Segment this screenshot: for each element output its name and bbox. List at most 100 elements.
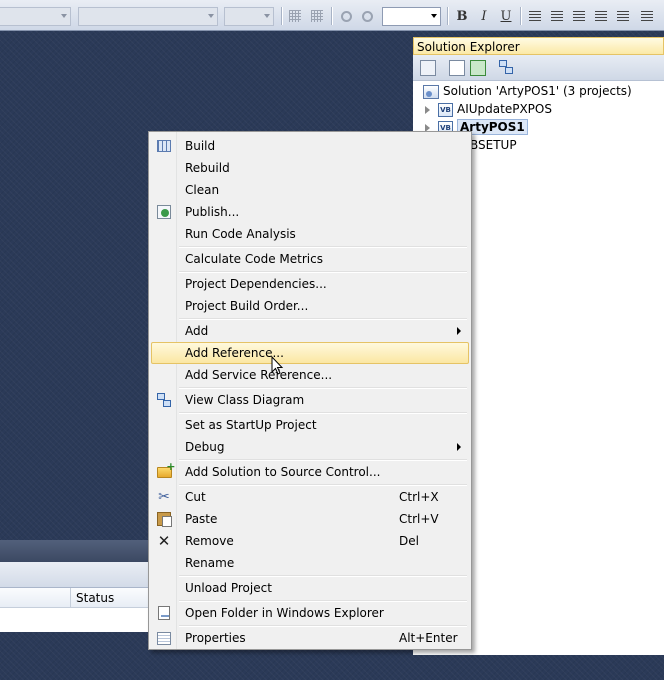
solution-explorer-toolbar xyxy=(413,55,664,81)
zoom-combo[interactable] xyxy=(382,7,441,26)
snap-grid-icon[interactable] xyxy=(308,7,326,25)
menu-item-shortcut: Ctrl+V xyxy=(399,512,439,526)
menu-item-label: Publish... xyxy=(185,205,240,219)
menu-item-project-dependencies[interactable]: Project Dependencies... xyxy=(151,273,469,295)
toolbar-separator xyxy=(447,7,448,25)
menu-item-label: Build xyxy=(185,139,216,153)
menu-item-publish[interactable]: Publish... xyxy=(151,201,469,223)
list-header: Status xyxy=(0,588,148,608)
numbered-list-icon[interactable] xyxy=(638,7,656,25)
class-diagram-icon xyxy=(156,392,172,408)
underline-label: U xyxy=(500,8,512,24)
solution-icon xyxy=(423,84,439,99)
justify-icon[interactable] xyxy=(592,7,610,25)
menu-item-label: Add Reference... xyxy=(185,346,284,360)
chevron-down-icon xyxy=(431,14,437,18)
menu-item-label: Run Code Analysis xyxy=(185,227,296,241)
menu-item-cut[interactable]: ✂ Cut Ctrl+X xyxy=(151,486,469,508)
menu-item-shortcut: Del xyxy=(399,534,419,548)
toolbar-combo-1[interactable] xyxy=(0,7,71,26)
menu-item-rename[interactable]: Rename xyxy=(151,552,469,574)
vb-project-icon: VB xyxy=(438,102,453,117)
italic-label: I xyxy=(481,8,487,24)
menu-item-label: Remove xyxy=(185,534,234,548)
menu-item-add-reference[interactable]: Add Reference... xyxy=(151,342,469,364)
publish-icon xyxy=(156,204,172,220)
menu-item-label: Unload Project xyxy=(185,581,272,595)
menu-item-calculate-code-metrics[interactable]: Calculate Code Metrics xyxy=(151,248,469,270)
menu-item-label: Open Folder in Windows Explorer xyxy=(185,606,384,620)
status-column-header[interactable]: Status xyxy=(76,591,114,605)
bullet-list-icon[interactable] xyxy=(614,7,632,25)
align-center-icon[interactable] xyxy=(548,7,566,25)
menu-item-view-class-diagram[interactable]: View Class Diagram xyxy=(151,389,469,411)
menu-item-shortcut: Alt+Enter xyxy=(399,631,458,645)
menu-item-set-startup-project[interactable]: Set as StartUp Project xyxy=(151,414,469,436)
menu-item-unload-project[interactable]: Unload Project xyxy=(151,577,469,599)
menu-item-label: Cut xyxy=(185,490,206,504)
menu-item-label: Set as StartUp Project xyxy=(185,418,317,432)
menu-item-open-folder[interactable]: Open Folder in Windows Explorer xyxy=(151,602,469,624)
menu-item-label: Project Build Order... xyxy=(185,299,309,313)
toolbar-combo-3[interactable] xyxy=(224,7,274,26)
zoom-in-icon[interactable] xyxy=(358,7,376,25)
menu-item-clean[interactable]: Clean xyxy=(151,179,469,201)
menu-item-label: Paste xyxy=(185,512,218,526)
menu-item-label: Add xyxy=(185,324,209,338)
refresh-icon[interactable] xyxy=(470,60,486,76)
menu-item-shortcut: Ctrl+X xyxy=(399,490,439,504)
open-folder-icon xyxy=(156,605,172,621)
tree-item-solution[interactable]: Solution 'ArtyPOS1' (3 projects) xyxy=(423,82,632,100)
tree-item-label: Solution 'ArtyPOS1' (3 projects) xyxy=(443,84,632,98)
menu-item-label: Clean xyxy=(185,183,220,197)
underline-button[interactable]: U xyxy=(497,7,515,25)
toolbar-separator xyxy=(331,7,332,25)
menu-item-project-build-order[interactable]: Project Build Order... xyxy=(151,295,469,317)
output-list-panel: Status xyxy=(0,562,148,632)
menu-item-add-to-source-control[interactable]: Add Solution to Source Control... xyxy=(151,460,469,483)
menu-item-label: Project Dependencies... xyxy=(185,277,327,291)
show-all-files-icon[interactable] xyxy=(449,60,465,76)
italic-button[interactable]: I xyxy=(475,7,493,25)
solution-explorer-title: Solution Explorer xyxy=(413,37,664,55)
menu-item-label: Debug xyxy=(185,440,225,454)
chevron-down-icon xyxy=(264,14,270,18)
menu-item-label: Add Solution to Source Control... xyxy=(185,465,381,479)
properties-icon[interactable] xyxy=(420,60,436,76)
menu-item-debug[interactable]: Debug xyxy=(151,436,469,458)
menu-item-label: Calculate Code Metrics xyxy=(185,252,323,266)
menu-item-add[interactable]: Add xyxy=(151,320,469,342)
toolbar-separator xyxy=(281,7,282,25)
bold-button[interactable]: B xyxy=(453,7,471,25)
menu-item-paste[interactable]: Paste Ctrl+V xyxy=(151,508,469,530)
menu-item-label: Rename xyxy=(185,556,235,570)
tree-item-label: AIUpdatePXPOS xyxy=(457,102,552,116)
menu-item-properties[interactable]: Properties Alt+Enter xyxy=(151,627,469,649)
menu-item-build[interactable]: Build xyxy=(151,135,469,157)
column-divider[interactable] xyxy=(70,588,71,608)
menu-item-run-code-analysis[interactable]: Run Code Analysis xyxy=(151,223,469,245)
menu-item-label: Add Service Reference... xyxy=(185,368,333,382)
tree-item-setup[interactable]: BSETUP xyxy=(470,136,517,154)
menu-item-rebuild[interactable]: Rebuild xyxy=(151,157,469,179)
align-right-icon[interactable] xyxy=(570,7,588,25)
build-icon xyxy=(156,138,172,154)
chevron-down-icon xyxy=(61,14,67,18)
paste-icon xyxy=(156,511,172,527)
menu-item-label: View Class Diagram xyxy=(185,393,305,407)
expand-arrow-icon[interactable] xyxy=(425,105,430,114)
class-diagram-icon[interactable] xyxy=(499,60,515,76)
tree-item-project[interactable]: VB AIUpdatePXPOS xyxy=(425,100,552,118)
grid-icon[interactable] xyxy=(286,7,304,25)
project-context-menu: Build Rebuild Clean Publish... Run Code … xyxy=(148,131,472,650)
toolbar-combo-2[interactable] xyxy=(78,7,218,26)
submenu-arrow-icon xyxy=(457,443,461,451)
submenu-arrow-icon xyxy=(457,327,461,335)
zoom-out-icon[interactable] xyxy=(337,7,355,25)
folder-add-icon xyxy=(156,460,176,480)
menu-item-add-service-reference[interactable]: Add Service Reference... xyxy=(151,364,469,386)
panel-toolbar xyxy=(0,562,148,588)
menu-item-label: Properties xyxy=(185,631,246,645)
align-left-icon[interactable] xyxy=(526,7,544,25)
menu-item-remove[interactable]: ✕ Remove Del xyxy=(151,530,469,552)
